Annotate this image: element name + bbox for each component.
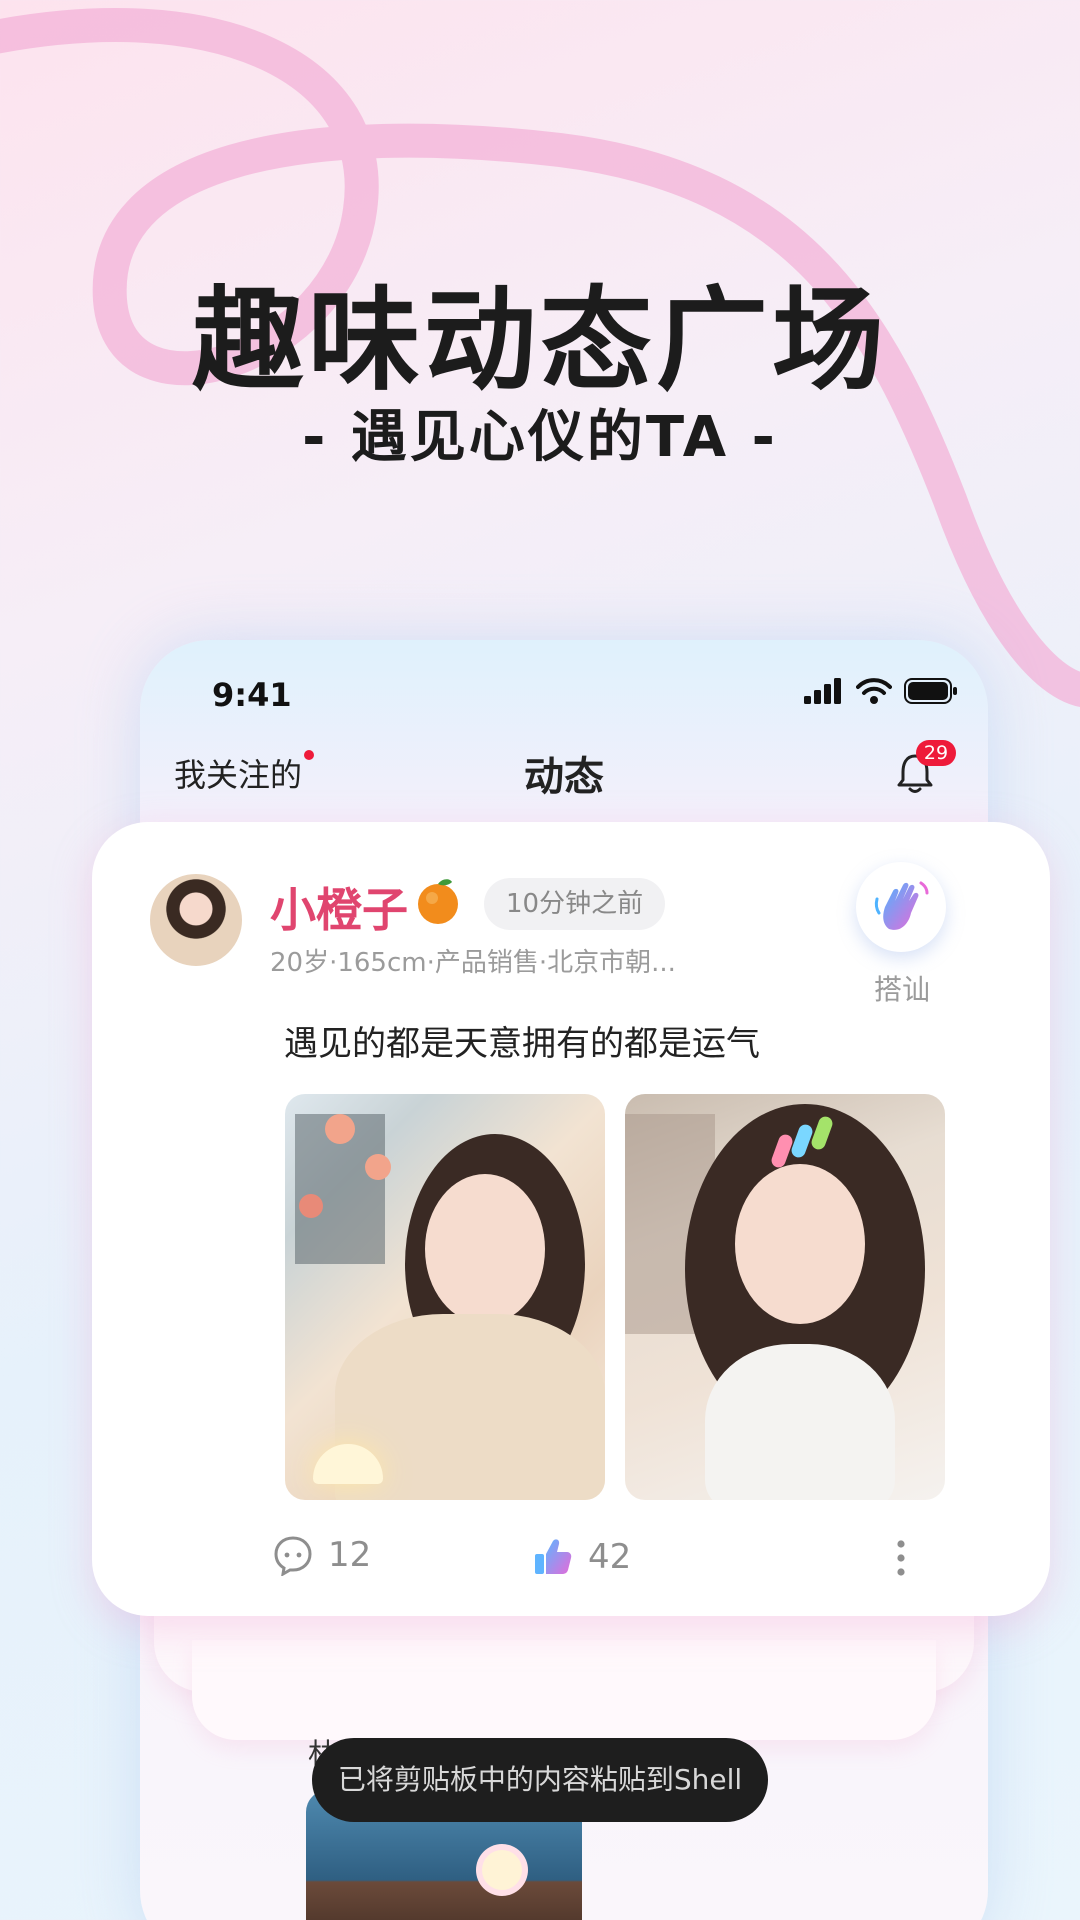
hero-subtitle: - 遇见心仪的TA - [302,405,778,470]
greet-button[interactable] [856,862,946,952]
more-vertical-icon [897,1540,905,1576]
post-text: 遇见的都是天意拥有的都是运气 [284,1024,760,1064]
status-icons [804,678,958,704]
post-photo[interactable] [285,1094,605,1500]
greet-label: 搭讪 [873,973,930,1006]
page-title: 动态 [524,754,604,800]
post-card[interactable]: 小橙子 10分钟之前 20岁·165cm·产品销售·北京市朝... 搭讪 遇见的… [92,822,1050,1616]
like-button[interactable]: 42 [532,1536,631,1578]
user-name[interactable]: 小橙子 [270,874,408,940]
wifi-icon [856,678,892,704]
comment-count: 12 [328,1535,372,1575]
toast-message: 已将剪贴板中的内容粘贴到Shell [312,1738,768,1822]
like-count: 42 [588,1537,632,1577]
post-actions: 12 42 [92,1534,1050,1594]
hero-title: 趣味动态广场 [192,276,888,406]
thumbs-up-icon [535,1539,572,1574]
flower-decoration [365,1154,391,1180]
face [425,1174,545,1324]
flower-decoration [299,1194,323,1218]
flower-decoration [325,1114,355,1144]
flower-decoration [482,1850,522,1890]
more-button[interactable] [894,1538,908,1578]
face [735,1164,865,1324]
user-meta: 20岁·165cm·产品销售·北京市朝... [270,948,676,978]
orange-icon [418,879,458,924]
comment-icon [274,1536,312,1576]
post-photo[interactable] [625,1094,945,1500]
avatar[interactable] [148,872,244,968]
cat [705,1344,895,1500]
signal-icon [804,678,841,704]
comment-button[interactable]: 12 [272,1534,371,1576]
notification-badge: 29 [916,740,956,766]
time-badge: 10分钟之前 [484,878,666,930]
battery-icon [904,678,957,704]
wave-hand-icon [874,881,929,930]
card-stack-shadow [192,1640,936,1740]
status-time: 9:41 [212,676,292,714]
